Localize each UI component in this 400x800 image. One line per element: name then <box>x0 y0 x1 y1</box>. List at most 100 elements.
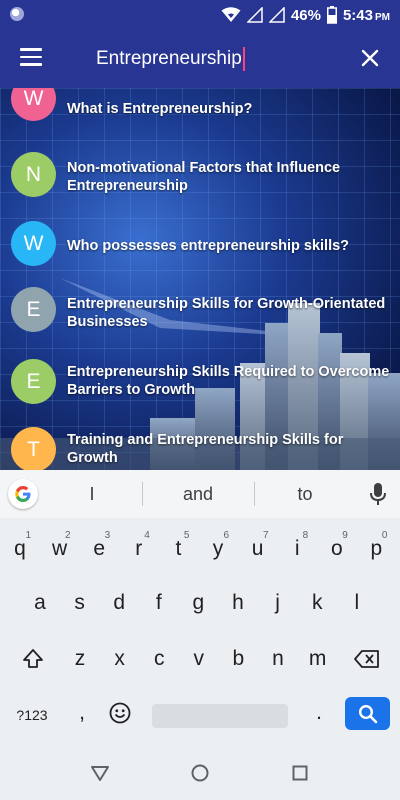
key-x[interactable]: x <box>102 636 138 682</box>
key-label: l <box>354 591 360 614</box>
key-w[interactable]: w2 <box>42 526 78 572</box>
key-r[interactable]: r4 <box>121 526 157 572</box>
symbols-key[interactable]: ?123 <box>6 692 58 738</box>
google-logo-icon[interactable] <box>8 479 38 509</box>
key-t[interactable]: t5 <box>160 526 196 572</box>
key-g[interactable]: g <box>180 580 216 626</box>
key-hint: 7 <box>263 530 269 541</box>
suggestion-3[interactable]: to <box>255 470 355 518</box>
key-label: z <box>74 647 86 670</box>
key-label: m <box>308 647 327 670</box>
key-o[interactable]: o9 <box>319 526 355 572</box>
search-icon <box>358 704 377 723</box>
period-key[interactable]: . <box>301 690 337 736</box>
clock-suffix: PM <box>375 11 390 23</box>
key-label: c <box>153 647 165 670</box>
key-hint: 3 <box>104 530 111 541</box>
key-u[interactable]: u7 <box>240 526 276 572</box>
search-input-value: Entrepreneurship <box>96 48 242 69</box>
result-letter-avatar: E <box>11 359 56 404</box>
key-hint: 5 <box>183 530 190 541</box>
suggestion-1[interactable]: I <box>42 470 142 518</box>
result-list-item[interactable]: T Training and Entrepreneurship Skills fo… <box>0 88 400 470</box>
app-notification-icon <box>10 7 24 21</box>
space-key[interactable] <box>152 704 288 728</box>
key-v[interactable]: v <box>181 636 217 682</box>
key-p[interactable]: p0 <box>358 526 394 572</box>
wifi-icon <box>221 7 241 22</box>
key-label: g <box>192 591 205 614</box>
key-j[interactable]: j <box>260 580 296 626</box>
key-e[interactable]: e3 <box>81 526 117 572</box>
key-label: s <box>74 591 85 614</box>
key-c[interactable]: c <box>141 636 177 682</box>
key-hint: 9 <box>342 530 348 541</box>
result-letter-avatar: N <box>11 152 56 197</box>
city-skyline-background <box>0 278 400 470</box>
shift-icon <box>23 649 43 668</box>
key-m[interactable]: m <box>300 636 336 682</box>
key-hint: 4 <box>144 530 150 541</box>
key-label: r <box>135 537 143 560</box>
key-label: v <box>193 647 205 670</box>
emoji-key[interactable] <box>102 690 138 736</box>
hamburger-menu-icon[interactable] <box>20 48 42 66</box>
key-i[interactable]: i8 <box>279 526 315 572</box>
key-label: p <box>370 537 383 560</box>
key-d[interactable]: d <box>101 580 137 626</box>
key-label: u <box>251 537 264 560</box>
key-b[interactable]: b <box>220 636 256 682</box>
back-triangle-icon[interactable] <box>90 763 110 783</box>
key-hint: 2 <box>65 530 71 541</box>
backspace-icon <box>354 650 379 668</box>
result-title: Training and Entrepreneurship Skills for… <box>67 432 344 466</box>
result-title: Entrepreneurship Skills for Growth-Orien… <box>67 296 386 330</box>
emoji-icon <box>109 702 131 724</box>
search-enter-key[interactable] <box>345 697 390 730</box>
key-l[interactable]: l <box>339 580 375 626</box>
microphone-icon[interactable] <box>368 482 388 506</box>
key-hint: 0 <box>381 530 388 541</box>
key-label: e <box>93 537 106 560</box>
key-label: y <box>212 537 224 560</box>
key-h[interactable]: h <box>220 580 256 626</box>
no-sim-signal-icon <box>268 7 285 23</box>
suggestion-2[interactable]: and <box>148 470 248 518</box>
key-a[interactable]: a <box>22 580 58 626</box>
navigation-bar <box>0 746 400 800</box>
key-label: k <box>311 591 323 614</box>
key-z[interactable]: z <box>62 636 98 682</box>
key-label: j <box>275 591 280 614</box>
home-circle-icon[interactable] <box>190 763 210 783</box>
battery-percent: 46% <box>290 6 321 24</box>
key-f[interactable]: f <box>141 580 177 626</box>
key-label: i <box>294 537 300 560</box>
key-q[interactable]: q1 <box>2 526 38 572</box>
shift-key[interactable] <box>14 636 52 682</box>
no-sim-signal-icon <box>246 7 263 23</box>
key-y[interactable]: y6 <box>200 526 236 572</box>
search-results-area: W What is Entrepreneurship? N Non-motivatio… <box>0 88 400 470</box>
result-letter-avatar: E <box>11 287 56 332</box>
key-n[interactable]: n <box>260 636 296 682</box>
key-hint: 6 <box>223 530 229 541</box>
key-label: t <box>175 537 182 560</box>
comma-key[interactable]: , <box>64 690 100 736</box>
result-title: Who possesses entrepreneurship skills? <box>67 238 350 254</box>
status-bar: 46% 5:43 PM <box>0 0 400 30</box>
battery-icon <box>326 6 337 24</box>
result-letter-avatar: W <box>11 221 56 266</box>
recents-square-icon[interactable] <box>290 763 310 783</box>
key-label: o <box>330 537 343 560</box>
key-label: b <box>232 647 245 670</box>
key-label: q <box>14 537 26 560</box>
clock-time: 5:43 <box>342 6 373 24</box>
search-input[interactable]: Entrepreneurship <box>96 40 326 78</box>
key-s[interactable]: s <box>62 580 98 626</box>
key-k[interactable]: k <box>299 580 335 626</box>
result-title: Non-motivational Factors that Influence … <box>67 160 341 194</box>
backspace-key[interactable] <box>346 636 388 682</box>
result-title: Entrepreneurship Skills Required to Over… <box>67 364 390 398</box>
close-icon[interactable] <box>360 48 380 68</box>
key-hint: 8 <box>302 530 309 541</box>
